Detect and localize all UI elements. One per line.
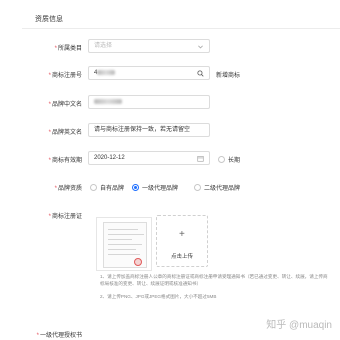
second-level-agent-label: 二级代理品牌	[204, 186, 241, 192]
category-row: *所属类目 请选择	[0, 39, 340, 55]
required-mark: *	[48, 214, 51, 220]
second-level-agent-radio[interactable]: 二级代理品牌	[194, 183, 240, 192]
certificate-preview	[103, 222, 147, 268]
reg-no-label: 商标注册号	[51, 73, 82, 79]
calendar-icon	[197, 156, 204, 162]
radio-circle	[218, 156, 225, 163]
divider	[22, 28, 340, 29]
qualification-row: *品牌资质 自有品牌 一级代理品牌 二级代理品牌	[0, 179, 340, 195]
required-mark: *	[54, 46, 57, 52]
radio-circle	[90, 184, 97, 191]
category-select[interactable]: 请选择	[88, 39, 210, 53]
upload-label: 点击上传	[171, 254, 194, 260]
watermark: 知乎 @muaqin	[266, 320, 332, 331]
section-title: 资质信息	[35, 16, 63, 23]
upload-button[interactable]: + 点击上传	[156, 215, 208, 267]
category-placeholder: 请选择	[94, 43, 113, 49]
upload-note-1: 1、请上传加盖商标注册人公章的商标注册证或商标注册申请受理通知书（若已通过变更、…	[100, 274, 328, 286]
add-trademark-link[interactable]: 新增商标	[216, 70, 240, 79]
valid-until-label: 商标有效期	[51, 158, 82, 164]
required-mark: *	[54, 186, 57, 192]
required-mark: *	[36, 333, 39, 339]
qualification-label: 品牌资质	[57, 186, 82, 192]
valid-until-date-input[interactable]: 2020-12-12	[88, 151, 210, 165]
en-name-label: 品牌英文名	[51, 130, 82, 136]
radio-circle-selected	[132, 184, 139, 191]
agent-auth-label: 一级代理授权书	[39, 333, 82, 339]
redacted-text	[97, 69, 116, 75]
cn-name-input[interactable]	[88, 95, 210, 109]
upload-note-2: 2、请上传PNG、JPG或JPEG格式图片，大小不超过5MB	[100, 294, 217, 299]
cert-thumbnail[interactable]	[96, 217, 152, 271]
first-level-agent-label: 一级代理品牌	[142, 186, 179, 192]
long-term-radio[interactable]: 长期	[218, 155, 240, 164]
seal-icon	[134, 258, 142, 266]
first-level-agent-radio[interactable]: 一级代理品牌	[132, 183, 178, 192]
required-mark: *	[48, 158, 51, 164]
category-label: 所属类目	[57, 46, 82, 52]
required-mark: *	[48, 73, 51, 79]
cn-name-row: *品牌中文名	[0, 95, 340, 111]
en-name-input[interactable]: 请与商标注册保持一致，若无请留空	[88, 123, 210, 137]
chevron-down-icon	[198, 45, 203, 49]
search-icon[interactable]	[197, 70, 204, 77]
long-term-label: 长期	[228, 158, 241, 164]
cn-name-label: 品牌中文名	[51, 102, 82, 108]
valid-until-row: *商标有效期 2020-12-12 长期	[0, 151, 340, 167]
cert-label: 商标注册证	[51, 214, 82, 220]
plus-icon: +	[179, 229, 185, 240]
radio-circle	[194, 184, 201, 191]
reg-no-input[interactable]: 4	[88, 66, 210, 80]
redacted-text	[94, 98, 122, 104]
en-name-value: 请与商标注册保持一致，若无请留空	[94, 127, 191, 133]
own-brand-label: 自有品牌	[100, 186, 125, 192]
required-mark: *	[48, 130, 51, 136]
own-brand-radio[interactable]: 自有品牌	[90, 183, 124, 192]
valid-until-value: 2020-12-12	[94, 155, 125, 161]
required-mark: *	[48, 102, 51, 108]
en-name-row: *品牌英文名 请与商标注册保持一致，若无请留空	[0, 123, 340, 139]
reg-no-row: *商标注册号 4 新增商标	[0, 66, 340, 82]
